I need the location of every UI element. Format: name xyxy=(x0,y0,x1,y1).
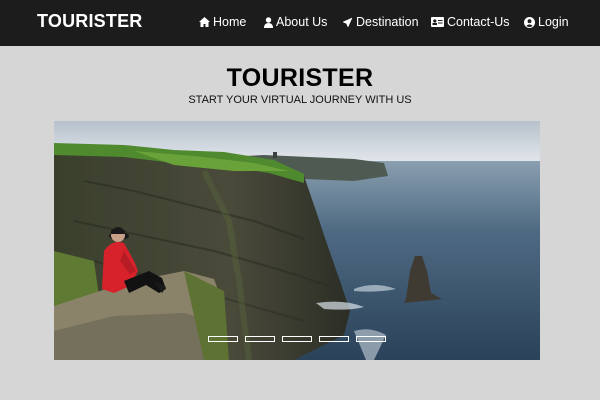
carousel-indicator[interactable] xyxy=(282,336,312,342)
carousel-indicator[interactable] xyxy=(319,336,349,342)
carousel-indicator[interactable] xyxy=(245,336,275,342)
nav-contact[interactable]: Contact-Us xyxy=(431,15,510,29)
nav-login[interactable]: Login xyxy=(524,15,569,29)
carousel-indicator[interactable] xyxy=(356,336,386,342)
user-circle-icon xyxy=(524,16,535,28)
carousel-indicator[interactable] xyxy=(208,336,238,342)
nav-destination-label: Destination xyxy=(356,15,419,29)
home-icon xyxy=(199,17,210,27)
user-icon xyxy=(264,16,273,28)
nav-home[interactable]: Home xyxy=(199,15,246,29)
nav-login-label: Login xyxy=(538,15,569,29)
contact-card-icon xyxy=(431,17,444,27)
cliffs-of-moher-photo xyxy=(54,121,540,360)
nav-about-label: About Us xyxy=(276,15,328,29)
page-title: TOURISTER xyxy=(226,64,374,92)
brand-logo[interactable]: TOURISTER xyxy=(37,11,142,32)
carousel-indicators xyxy=(208,336,386,342)
image-carousel[interactable] xyxy=(54,121,540,360)
nav-about[interactable]: About Us xyxy=(264,15,327,29)
navbar: TOURISTER Home About Us Destination Cont… xyxy=(0,0,600,46)
nav-home-label: Home xyxy=(213,15,247,29)
nav-contact-label: Contact-Us xyxy=(447,15,510,29)
page-subtitle: START YOUR VIRTUAL JOURNEY WITH US xyxy=(188,94,412,106)
nav-destination[interactable]: Destination xyxy=(342,15,419,29)
plane-icon xyxy=(342,17,353,28)
